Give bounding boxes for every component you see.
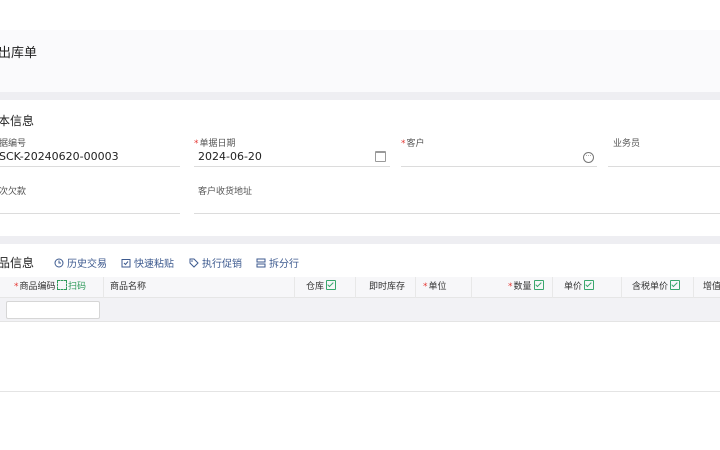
col-code-header: *商品编码 (14, 282, 56, 292)
check-icon[interactable] (670, 280, 681, 290)
col-unit-header: *单位 (423, 282, 447, 292)
table-row (0, 322, 720, 346)
goods-info-title: 品信息 (0, 256, 35, 270)
date-label: *单据日期 (194, 139, 236, 149)
date-underline (194, 166, 390, 167)
split-icon (256, 258, 266, 267)
section-divider (0, 92, 720, 100)
table-row (0, 298, 720, 322)
doc-no-value[interactable]: SCK-20240620-00003 (0, 150, 119, 163)
address-label: 客户收货地址 (198, 187, 253, 197)
scan-button[interactable]: 扫码 (57, 277, 86, 297)
basic-info-title: 本信息 (0, 114, 35, 128)
arrears-label: 次欠款 (0, 187, 27, 197)
doc-no-label: 据编号 (0, 139, 27, 149)
salesperson-underline[interactable] (608, 166, 720, 167)
paste-icon (121, 258, 131, 267)
more-icon[interactable]: ··· (583, 152, 594, 163)
col-price-header[interactable]: 单价 (564, 277, 595, 297)
col-name-header: 商品名称 (110, 282, 147, 292)
salesperson-label: 业务员 (613, 139, 641, 149)
tag-icon (189, 258, 199, 268)
col-tax-price-header[interactable]: 含税单价 (632, 277, 681, 297)
check-icon[interactable] (533, 280, 544, 290)
quick-paste-button[interactable]: 快速粘贴 (121, 255, 174, 270)
calendar-icon[interactable] (375, 151, 386, 162)
customer-label: *客户 (401, 139, 425, 149)
col-stock-header: 即时库存 (369, 282, 406, 292)
customer-underline[interactable] (401, 166, 597, 167)
doc-no-underline (0, 166, 180, 167)
run-promotion-button[interactable]: 执行促销 (189, 255, 242, 270)
page-header (0, 30, 720, 92)
split-row-button[interactable]: 拆分行 (256, 255, 299, 270)
product-code-input[interactable] (6, 301, 100, 319)
table-row (0, 345, 720, 369)
address-underline[interactable] (194, 213, 720, 214)
scan-icon (57, 280, 67, 290)
col-warehouse-header[interactable]: 仓库 (306, 277, 337, 297)
date-value[interactable]: 2024-06-20 (198, 150, 262, 163)
clock-icon (54, 258, 64, 267)
check-icon[interactable] (326, 280, 337, 290)
check-icon[interactable] (584, 280, 595, 290)
arrears-underline (0, 213, 180, 214)
table-header: *商品编码 扫码 商品名称 仓库 即时库存 *单位 *数量 单价 含税单价 增值 (0, 277, 720, 321)
col-extra-header: 增值 (703, 282, 720, 292)
table-row (0, 368, 720, 392)
page-title: 出库单 (0, 46, 38, 61)
history-trade-button[interactable]: 历史交易 (54, 255, 107, 270)
section-divider-2 (0, 236, 720, 244)
col-qty-header[interactable]: *数量 (508, 277, 544, 297)
